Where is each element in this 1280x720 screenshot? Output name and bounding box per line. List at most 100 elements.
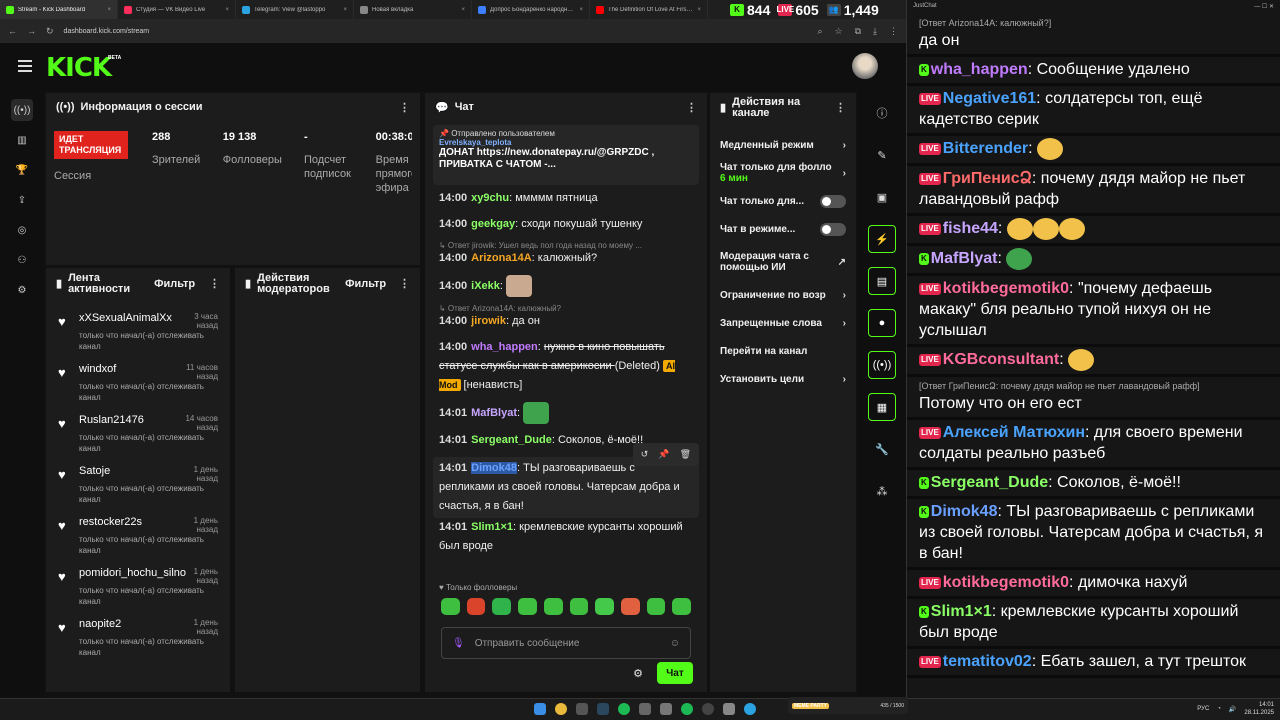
menu-dots-icon[interactable]: ⋮ <box>889 26 898 37</box>
toggle-switch[interactable] <box>820 222 846 236</box>
chevron-right-icon[interactable]: › <box>843 374 846 385</box>
message-username[interactable]: Dimok48 <box>471 462 517 474</box>
channel-action-item[interactable]: Ограничение по возр › <box>710 281 856 309</box>
emote-icon[interactable] <box>518 598 537 615</box>
chevron-right-icon[interactable]: › <box>843 318 846 329</box>
channel-action-item[interactable]: Модерация чата с помощью ИИ ↗ <box>710 243 856 281</box>
feed-filter[interactable]: Фильтр <box>154 278 195 290</box>
emote-icon[interactable] <box>543 598 563 615</box>
modactions-filter[interactable]: Фильтр <box>345 278 386 290</box>
notes-icon[interactable]: ▤ <box>868 267 896 295</box>
more-icon[interactable]: ⋮ <box>399 101 410 114</box>
trophy-icon[interactable]: 🏆 <box>11 159 33 181</box>
message-username[interactable]: xy9chu <box>471 192 509 204</box>
wrench-icon[interactable]: 🔧 <box>868 435 896 463</box>
feed-username[interactable]: Ruslan21476 <box>79 414 144 432</box>
mic-icon[interactable]: 🎙 <box>452 638 465 649</box>
emote-icon[interactable] <box>441 598 460 615</box>
chat-message[interactable]: 14:00 xy9chu: ммммм пятница <box>439 189 693 208</box>
chat-message[interactable]: 14:00 iXekk: <box>439 275 693 297</box>
more-icon[interactable]: ⋮ <box>686 101 697 114</box>
feed-username[interactable]: Satoje <box>79 465 110 483</box>
extensions-icon[interactable]: ⧉ <box>855 26 861 37</box>
search-icon[interactable] <box>576 703 588 715</box>
trash-icon[interactable]: 🗑 <box>680 445 691 464</box>
window-controls-icon[interactable]: — ☐ ✕ <box>1254 3 1274 11</box>
chat-message[interactable]: 14:01 Slim1×1: кремлевские курсанты хорош… <box>439 518 693 556</box>
broadcast-icon[interactable]: ((•)) <box>868 351 896 379</box>
browser-tab[interactable]: The Definition Of Love At First… × <box>590 0 708 19</box>
message-username[interactable]: Arizona14A <box>471 252 532 264</box>
pinned-user[interactable]: Evrelskaya_teplota <box>439 138 693 147</box>
users-icon[interactable]: ⚇ <box>11 249 33 271</box>
chat-settings-icon[interactable]: ⚙ <box>633 667 643 680</box>
chat-message[interactable]: 14:00 Arizona14A: калюжный? <box>439 249 693 268</box>
tab-close-icon[interactable]: × <box>107 7 111 13</box>
emote-icon[interactable] <box>672 598 692 615</box>
meme-party-widget[interactable]: MEME PARTY 435 / 1500 <box>788 697 908 714</box>
more-icon[interactable]: ⋮ <box>209 278 220 290</box>
emote-icon[interactable] <box>492 598 512 615</box>
chrome-icon[interactable] <box>555 703 567 715</box>
more-icon[interactable]: ⋮ <box>835 102 846 114</box>
target-icon[interactable]: ◎ <box>11 219 33 241</box>
tab-close-icon[interactable]: × <box>579 7 583 13</box>
spotify-icon[interactable] <box>618 703 630 715</box>
emote-icon[interactable] <box>620 598 640 615</box>
message-username[interactable]: Sergeant_Dude <box>471 434 552 446</box>
channel-action-item[interactable]: Установить цели › <box>710 365 856 393</box>
message-username[interactable]: iXekk <box>471 280 500 292</box>
search-icon[interactable]: ⌕ <box>817 26 822 37</box>
channel-action-item[interactable]: Чат в режиме... <box>710 215 856 243</box>
more-icon[interactable]: ⋮ <box>399 278 410 290</box>
channel-action-item[interactable]: Чат только для фолло 6 мин › <box>710 159 856 187</box>
chat-message[interactable]: 14:00 geekgay: сходи покушай тушенку <box>439 215 693 234</box>
volume-icon[interactable]: 🔊 <box>1229 706 1236 713</box>
tab-close-icon[interactable]: × <box>225 7 229 13</box>
tab-close-icon[interactable]: × <box>697 7 701 13</box>
channel-action-item[interactable]: Медленный режим › <box>710 131 856 159</box>
browser-tab[interactable]: Telegram: View @lastoppo × <box>236 0 354 19</box>
tab-close-icon[interactable]: × <box>461 7 465 13</box>
hamburger-menu-icon[interactable] <box>18 60 32 72</box>
external-link-icon[interactable]: ↗ <box>838 257 846 268</box>
lang-indicator[interactable]: РУС <box>1197 706 1209 712</box>
analytics-icon[interactable]: ▥ <box>11 129 33 151</box>
feed-username[interactable]: windxof <box>79 363 116 381</box>
chat-message[interactable]: 14:01 MafBlyat: <box>439 402 693 424</box>
share-icon[interactable]: ⁂ <box>868 477 896 505</box>
start-icon[interactable] <box>534 703 546 715</box>
clock-time[interactable]: 14:01 <box>1244 701 1274 709</box>
browser-tab[interactable]: Допрос Бондаренко народн… × <box>472 0 590 19</box>
clip-icon[interactable]: ▦ <box>868 393 896 421</box>
bookmark-star-icon[interactable]: ☆ <box>835 26 843 37</box>
upload-icon[interactable]: ⇪ <box>11 189 33 211</box>
toggle-switch[interactable] <box>820 194 846 208</box>
chat-input[interactable]: 🎙 Отправить сообщение ☺ <box>441 627 691 659</box>
emote-icon[interactable] <box>466 598 486 615</box>
message-username[interactable]: geekgay <box>471 218 515 230</box>
browser-tab[interactable]: Stream - Kick Dashboard × <box>0 0 118 19</box>
edit-icon[interactable]: ✎ <box>868 141 896 169</box>
message-username[interactable]: MafBlyat <box>471 407 517 419</box>
message-username[interactable]: Slim1×1 <box>471 521 513 533</box>
channel-action-item[interactable]: Перейти на канал <box>710 337 856 365</box>
obs-icon[interactable] <box>702 703 714 715</box>
feed-username[interactable]: restocker22s <box>79 516 142 534</box>
channel-action-item[interactable]: Чат только для... <box>710 187 856 215</box>
message-username[interactable]: wha_happen <box>471 341 538 353</box>
channel-action-item[interactable]: Запрещенные слова › <box>710 309 856 337</box>
tab-close-icon[interactable]: × <box>343 7 347 13</box>
feed-username[interactable]: naopite2 <box>79 618 121 636</box>
browser-tab[interactable]: Студия — VK Видео Live × <box>118 0 236 19</box>
chat-message[interactable]: 14:00 wha_happen: нужно в кино повышать с… <box>439 338 693 395</box>
app-icon[interactable] <box>723 703 735 715</box>
spotify-icon[interactable] <box>681 703 693 715</box>
back-icon[interactable]: ← <box>8 26 17 36</box>
chat-icon[interactable]: ● <box>868 309 896 337</box>
chevron-right-icon[interactable]: › <box>843 140 846 151</box>
telegram-icon[interactable] <box>744 703 756 715</box>
reload-icon[interactable]: ↻ <box>46 26 54 37</box>
app-icon[interactable] <box>639 703 651 715</box>
scan-icon[interactable]: ▣ <box>868 183 896 211</box>
